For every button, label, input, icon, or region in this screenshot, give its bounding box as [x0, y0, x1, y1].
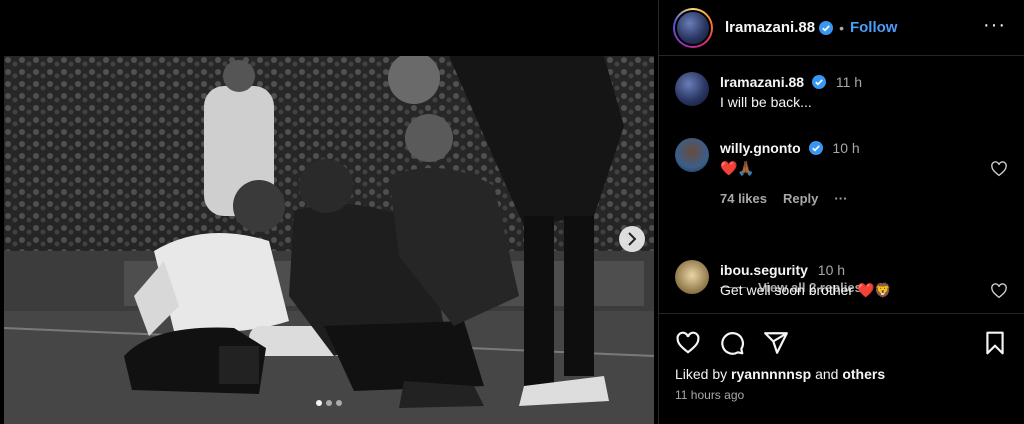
- commenter-avatar[interactable]: [675, 260, 709, 294]
- liked-by-others[interactable]: others: [842, 366, 885, 382]
- comment-icon[interactable]: [719, 330, 745, 356]
- comments-list[interactable]: lramazani.88 11 h I will be back... will…: [659, 56, 1024, 312]
- comment-time[interactable]: 11 h: [836, 74, 862, 90]
- post-photo[interactable]: [4, 56, 654, 424]
- post-actions: [675, 330, 1008, 358]
- carousel-dots: [316, 400, 342, 406]
- more-options-button[interactable]: ···: [983, 14, 1006, 37]
- liked-by-user[interactable]: ryannnnnsp: [731, 366, 811, 382]
- carousel-next-button[interactable]: [619, 226, 645, 252]
- carousel-dot: [316, 400, 322, 406]
- header-separator: •: [839, 19, 844, 36]
- commenter-avatar[interactable]: [675, 138, 709, 172]
- liked-by-prefix: Liked by: [675, 366, 728, 382]
- author-avatar[interactable]: [673, 7, 713, 48]
- like-comment-heart-icon[interactable]: [990, 282, 1008, 300]
- post-actions-area: Liked by ryannnnnsp and others 11 hours …: [659, 313, 1024, 424]
- carousel-dot: [336, 400, 342, 406]
- post-media: [0, 0, 658, 424]
- liked-by-and: and: [815, 366, 839, 382]
- comment-time[interactable]: 10 h: [832, 140, 859, 156]
- comment-time[interactable]: 10 h: [818, 262, 845, 278]
- comment-text: I will be back...: [720, 94, 812, 110]
- reply-button[interactable]: Reply: [783, 191, 818, 206]
- author-username[interactable]: lramazani.88: [725, 19, 815, 36]
- comment-meta: 74 likes Reply ···: [720, 191, 978, 206]
- verified-badge-icon: [808, 141, 823, 155]
- verified-badge-icon: [811, 75, 826, 89]
- commenter-username[interactable]: ibou.segurity: [720, 262, 808, 278]
- carousel-dot: [326, 400, 332, 406]
- like-comment-heart-icon[interactable]: [990, 160, 1008, 178]
- comment-text: ❤️🙏🏾: [720, 160, 755, 176]
- post-side-panel: lramazani.88 • Follow ··· lramazani.88 1…: [658, 0, 1024, 424]
- chevron-right-icon: [628, 232, 637, 246]
- post-header: lramazani.88 • Follow ···: [659, 0, 1024, 56]
- commenter-username[interactable]: willy.gnonto: [720, 140, 801, 156]
- commenter-avatar[interactable]: [675, 72, 709, 106]
- verified-badge-icon: [819, 20, 834, 35]
- photo-illustration: [4, 56, 654, 424]
- bookmark-icon[interactable]: [982, 330, 1008, 356]
- comment-text: Get well soon brother ❤️🦁: [720, 282, 892, 298]
- commenter-username[interactable]: lramazani.88: [720, 74, 804, 90]
- comment-likes[interactable]: 74 likes: [720, 191, 767, 206]
- heart-icon[interactable]: [675, 330, 701, 356]
- follow-button[interactable]: Follow: [850, 19, 898, 36]
- comment-more-button[interactable]: ···: [834, 191, 847, 206]
- share-icon[interactable]: [763, 330, 789, 356]
- liked-by-text: Liked by ryannnnnsp and others: [675, 366, 885, 382]
- post-timestamp[interactable]: 11 hours ago: [675, 388, 744, 402]
